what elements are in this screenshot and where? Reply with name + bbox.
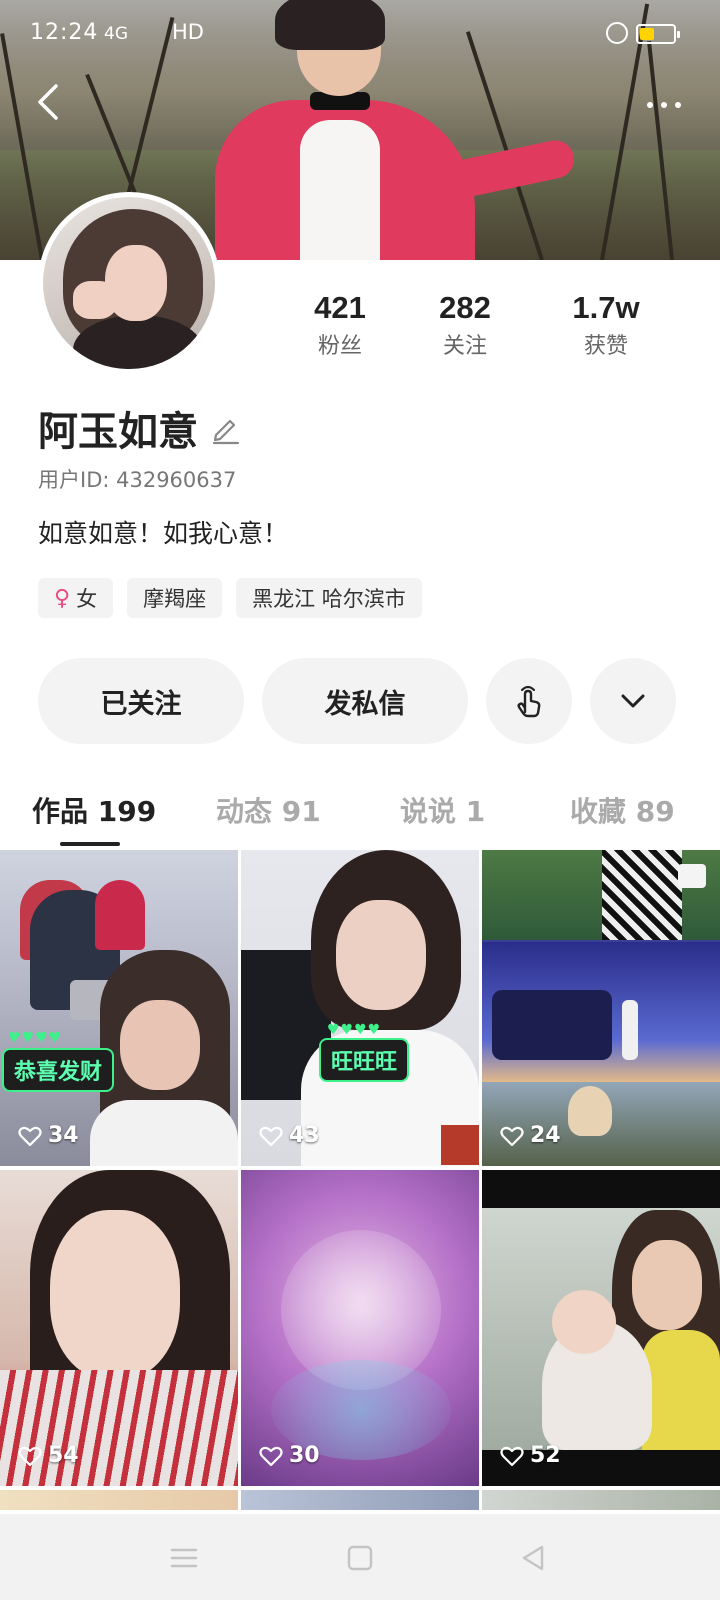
content-tabs: 作品 199 动态 91 说说 1 收藏 89: [0, 776, 720, 846]
tag-location-label: 黑龙江 哈尔滨市: [252, 587, 406, 611]
stat-label: 关注: [442, 334, 487, 359]
grid-item[interactable]: ♥♥♥♥ 恭喜发财 34: [0, 850, 238, 1166]
sticker-label: 恭喜发财: [2, 1048, 115, 1092]
profile-screen: 12:24 4G HD 421 粉丝 282 关注 1.7w 获赞 阿玉如意 用…: [0, 0, 720, 1600]
tab-posts[interactable]: 说说 1: [400, 790, 485, 830]
chevron-left-icon: [38, 84, 58, 120]
name-row: 阿玉如意: [38, 400, 242, 456]
status-bar: 12:24 4G HD: [0, 0, 720, 70]
like-count-value: 24: [530, 1123, 561, 1148]
system-back-button[interactable]: [514, 1538, 554, 1578]
tab-moments[interactable]: 动态 91: [216, 790, 321, 830]
tap-hand-icon: [517, 685, 541, 718]
image-icon: [678, 864, 706, 888]
tab-works[interactable]: 作品 199: [32, 790, 156, 830]
edit-icon[interactable]: [208, 411, 242, 445]
home-button[interactable]: [340, 1538, 380, 1578]
profile-tags: ♀ 女 摩羯座 黑龙江 哈尔滨市: [38, 578, 422, 618]
rotation-lock-icon: [606, 22, 628, 44]
heart-outline-icon: [259, 1126, 283, 1146]
poke-button[interactable]: [486, 658, 572, 744]
tag-zodiac: 摩羯座: [127, 578, 223, 618]
heart-outline-icon: [259, 1446, 283, 1466]
works-grid: ♥♥♥♥ 恭喜发财 34 ♥♥♥♥ 旺旺旺 43 24 54 30 52: [0, 850, 720, 1510]
like-count-value: 30: [289, 1443, 320, 1468]
stat-value: 1.7w: [572, 290, 640, 325]
heart-outline-icon: [18, 1126, 42, 1146]
grid-item-peek[interactable]: [0, 1490, 238, 1510]
like-count-value: 52: [530, 1443, 561, 1468]
message-button[interactable]: 发私信: [262, 658, 468, 744]
like-count-value: 43: [289, 1123, 320, 1148]
profile-name: 阿玉如意: [38, 409, 198, 455]
like-count: 24: [500, 1123, 561, 1148]
menu-button[interactable]: [164, 1538, 204, 1578]
chevron-down-icon: [621, 694, 645, 708]
sticker-hearts: ♥♥♥♥: [327, 1022, 382, 1038]
stat-following[interactable]: 282 关注: [395, 290, 535, 360]
followed-button[interactable]: 已关注: [38, 658, 244, 744]
battery-icon: [636, 24, 680, 44]
grid-item[interactable]: ♥♥♥♥ 旺旺旺 43: [241, 850, 479, 1166]
profile-stats: 421 粉丝 282 关注 1.7w 获赞: [270, 290, 690, 370]
like-count: 54: [18, 1443, 79, 1468]
stat-likes[interactable]: 1.7w 获赞: [536, 290, 676, 360]
back-triangle-icon: [522, 1545, 544, 1571]
tab-favorites[interactable]: 收藏 89: [570, 790, 675, 830]
stat-label: 获赞: [583, 334, 628, 359]
stat-fans[interactable]: 421 粉丝: [270, 290, 410, 360]
profile-bio: 如意如意！如我心意！: [38, 519, 289, 548]
sticker-hearts: ♥♥♥♥: [8, 1030, 63, 1046]
tag-location: 黑龙江 哈尔滨市: [236, 578, 422, 618]
home-square-icon: [347, 1545, 373, 1571]
tab-indicator: [60, 842, 120, 846]
avatar[interactable]: [38, 192, 220, 374]
signal-icon: 4G: [104, 24, 128, 44]
like-count: 34: [18, 1123, 79, 1148]
menu-icon: [170, 1548, 198, 1568]
grid-item[interactable]: 30: [241, 1170, 479, 1486]
female-icon: ♀: [54, 585, 71, 611]
top-nav: [0, 70, 720, 130]
grid-item[interactable]: 54: [0, 1170, 238, 1486]
sticker-label: 旺旺旺: [319, 1038, 410, 1082]
expand-button[interactable]: [590, 658, 676, 744]
grid-item-peek[interactable]: [241, 1490, 479, 1510]
more-horizontal-icon: [647, 102, 653, 108]
more-button[interactable]: [636, 92, 692, 118]
tag-gender-label: 女: [76, 587, 98, 611]
stat-value: 282: [439, 290, 491, 325]
like-count: 43: [259, 1123, 320, 1148]
heart-outline-icon: [500, 1126, 524, 1146]
like-count: 30: [259, 1443, 320, 1468]
like-count-value: 34: [48, 1123, 79, 1148]
back-button[interactable]: [26, 78, 74, 126]
like-count-value: 54: [48, 1443, 79, 1468]
wifi-icon: HD: [172, 20, 204, 44]
like-count: 52: [500, 1443, 561, 1468]
user-id: 用户ID: 432960637: [38, 468, 237, 492]
grid-item[interactable]: 52: [482, 1170, 720, 1486]
grid-item[interactable]: 24: [482, 850, 720, 1166]
profile-actions: 已关注 发私信: [38, 658, 676, 744]
heart-outline-icon: [500, 1446, 524, 1466]
tag-zodiac-label: 摩羯座: [143, 587, 207, 611]
stat-label: 粉丝: [317, 334, 362, 359]
tag-gender: ♀ 女: [38, 578, 114, 618]
grid-item-peek[interactable]: [482, 1490, 720, 1510]
stat-value: 421: [314, 290, 366, 325]
avatar-image: [43, 197, 215, 369]
system-nav-bar: [0, 1514, 720, 1600]
heart-outline-icon: [18, 1446, 42, 1466]
status-time: 12:24: [30, 20, 99, 45]
